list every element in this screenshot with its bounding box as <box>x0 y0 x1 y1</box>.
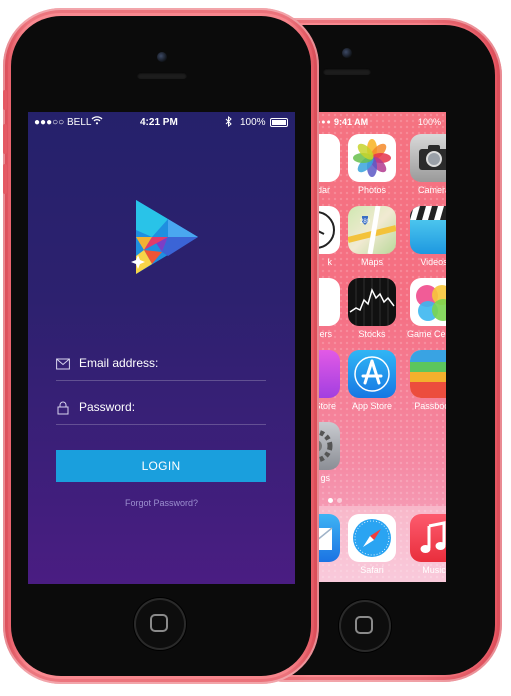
app-logo-icon <box>131 200 198 274</box>
maps-icon: 280 <box>348 206 396 254</box>
home-status-time: 9:41 AM <box>334 117 369 127</box>
page-dot-active <box>328 498 333 503</box>
app-label: Maps <box>360 257 383 267</box>
app-label: Game Center <box>406 329 446 339</box>
app-store-icon <box>348 350 396 398</box>
app-stocks[interactable]: Stocks <box>340 278 404 339</box>
status-carrier: ●●●○○ BELL <box>34 117 92 128</box>
app-label: Stocks <box>358 329 386 339</box>
lock-icon <box>57 401 69 415</box>
bluetooth-icon <box>225 115 232 130</box>
app-photos[interactable]: Photos <box>340 134 404 195</box>
app-videos[interactable]: Videos <box>402 206 446 267</box>
camera-icon <box>410 134 446 182</box>
password-field[interactable]: Password: <box>56 396 266 425</box>
battery-icon <box>270 118 288 127</box>
envelope-icon <box>56 358 70 370</box>
app-app-store[interactable]: App Store <box>340 350 404 411</box>
app-label: Safari <box>360 565 384 575</box>
stocks-icon <box>348 278 396 326</box>
passbook-icon <box>410 350 446 398</box>
front-camera-icon <box>157 52 167 62</box>
maps-shield-text: 280 <box>360 219 371 225</box>
app-label: Photos <box>357 185 387 195</box>
volume-down-button[interactable] <box>3 164 7 194</box>
app-game-center[interactable]: Game Center <box>402 278 446 339</box>
status-battery: 100% <box>240 117 266 128</box>
back-home-button[interactable] <box>339 600 391 652</box>
safari-icon <box>348 514 396 562</box>
app-maps[interactable]: 280 Maps <box>340 206 404 267</box>
videos-icon <box>410 206 446 254</box>
app-label: Camera <box>417 185 446 195</box>
app-label: Videos <box>420 257 446 267</box>
app-label: App Store <box>351 401 393 411</box>
front-speaker <box>137 72 187 79</box>
login-button[interactable]: LOGIN <box>56 450 266 482</box>
back-speaker <box>323 68 371 75</box>
status-time: 4:21 PM <box>140 117 178 128</box>
app-label: Passbook <box>414 401 446 411</box>
app-passbook[interactable]: Passbook <box>402 350 446 411</box>
login-status-bar: ●●●○○ BELL 4:21 PM 100% <box>28 112 295 132</box>
dock-app-music[interactable]: Music <box>402 514 446 575</box>
email-field[interactable]: Email address: <box>56 352 266 381</box>
login-screen: ●●●○○ BELL 4:21 PM 100% Email address: P… <box>28 112 295 584</box>
wifi-icon <box>91 115 103 128</box>
app-camera[interactable]: Camera <box>402 134 446 195</box>
mute-switch[interactable] <box>3 90 7 110</box>
password-label: Password: <box>79 400 136 414</box>
front-home-button[interactable] <box>134 598 186 650</box>
volume-up-button[interactable] <box>3 124 7 154</box>
music-icon <box>410 514 446 562</box>
dock-app-safari[interactable]: Safari <box>340 514 404 575</box>
back-camera-icon <box>342 48 352 58</box>
forgot-password-link[interactable]: Forgot Password? <box>28 498 295 508</box>
email-label: Email address: <box>79 356 159 370</box>
home-status-battery: 100% <box>418 117 442 127</box>
game-center-icon <box>410 278 446 326</box>
photos-icon <box>348 134 396 182</box>
page-dot <box>337 498 342 503</box>
app-label: Music <box>422 565 446 575</box>
